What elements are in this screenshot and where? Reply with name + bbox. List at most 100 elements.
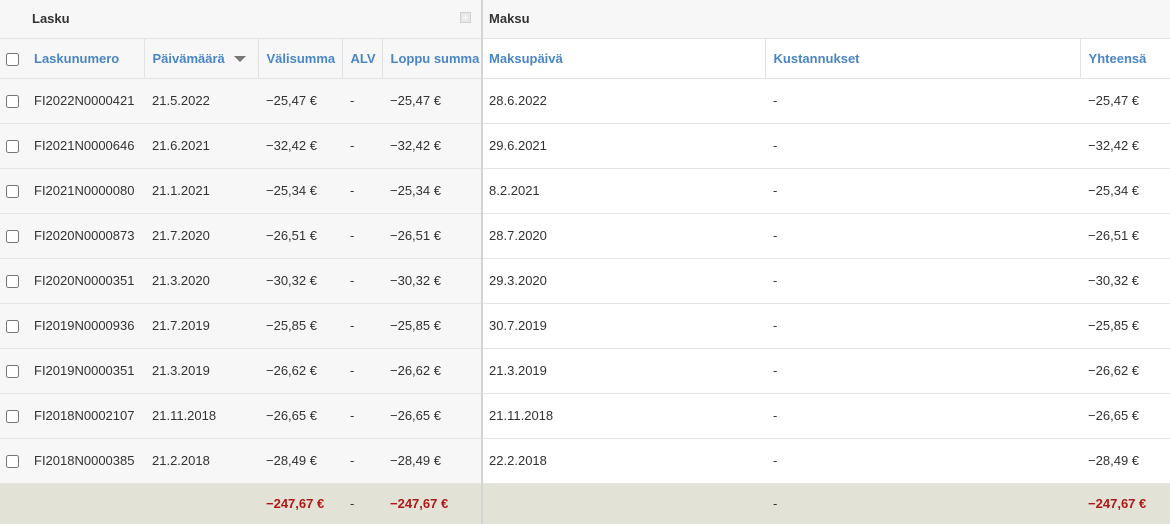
cell-yhteensa: −26,65 € (1080, 393, 1170, 439)
cell-valisumma: −25,34 € (258, 168, 342, 214)
cell-kustannukset: - (765, 438, 1081, 484)
cell-valisumma: −26,65 € (258, 393, 342, 439)
cell-maksupaiva: 21.3.2019 (481, 348, 766, 394)
cell-paivamaara: 21.2.2018 (144, 438, 258, 484)
table-row[interactable]: FI2018N0000385 21.2.2018 −28,49 € - −28,49 €… (0, 438, 1170, 484)
cell-alv: - (342, 438, 382, 484)
cell-maksupaiva: 29.3.2020 (481, 258, 766, 304)
table-row[interactable]: FI2019N0000351 21.3.2019 −26,62 € - −26,62 €… (0, 348, 1170, 394)
cell-paivamaara: 21.5.2022 (144, 78, 258, 124)
cell-alv: - (342, 258, 382, 304)
cell-kustannukset: - (765, 303, 1081, 349)
cell-yhteensa: −25,85 € (1080, 303, 1170, 349)
cell-paivamaara: 21.3.2019 (144, 348, 258, 394)
row-checkbox[interactable] (6, 320, 19, 334)
cell-maksupaiva: 29.6.2021 (481, 123, 766, 169)
row-checkbox[interactable] (6, 230, 19, 244)
row-checkbox[interactable] (6, 410, 19, 424)
row-checkbox[interactable] (6, 140, 19, 154)
cell-alv: - (342, 123, 382, 169)
col-paivamaara-label: Päivämäärä (152, 50, 225, 66)
group-lasku-label: Lasku (32, 11, 70, 27)
row-checkbox[interactable] (6, 365, 19, 379)
cell-paivamaara: 21.1.2021 (144, 168, 258, 214)
cell-paivamaara: 21.6.2021 (144, 123, 258, 169)
totals-spacer (481, 483, 766, 524)
cell-loppusumma: −26,65 € (382, 393, 483, 439)
col-laskunumero[interactable]: Laskunumero (26, 38, 144, 79)
row-checkbox[interactable] (6, 275, 19, 289)
table-row[interactable]: FI2020N0000873 21.7.2020 −26,51 € - −26,51 €… (0, 213, 1170, 259)
col-paivamaara[interactable]: Päivämäärä (143, 38, 258, 79)
total-kustannukset: - (765, 483, 1081, 524)
cell-paivamaara: 21.7.2019 (144, 303, 258, 349)
cell-loppusumma: −32,42 € (382, 123, 483, 169)
row-select-cell (0, 78, 26, 124)
cell-laskunumero: FI2019N0000351 (26, 348, 144, 394)
expand-group-icon[interactable] (460, 12, 472, 23)
cell-alv: - (342, 213, 382, 259)
row-select-cell (0, 348, 26, 394)
cell-laskunumero: FI2021N0000080 (26, 168, 144, 214)
cell-yhteensa: −30,32 € (1080, 258, 1170, 304)
row-select-cell (0, 393, 26, 439)
group-lasku: Lasku (26, 0, 483, 39)
table-row[interactable]: FI2018N0002107 21.11.2018 −26,65 € - −26,65 … (0, 393, 1170, 439)
table-row[interactable]: FI2020N0000351 21.3.2020 −30,32 € - −30,32 €… (0, 258, 1170, 304)
cell-valisumma: −28,49 € (258, 438, 342, 484)
column-header-row: Laskunumero Päivämäärä Välisumma ALV Lop… (0, 38, 1170, 79)
cell-yhteensa: −26,51 € (1080, 213, 1170, 259)
col-valisumma[interactable]: Välisumma (257, 38, 342, 79)
cell-maksupaiva: 28.7.2020 (481, 213, 766, 259)
total-alv: - (342, 483, 382, 524)
cell-loppusumma: −28,49 € (382, 438, 483, 484)
cell-kustannukset: - (765, 168, 1081, 214)
select-all-checkbox[interactable] (6, 52, 19, 66)
cell-laskunumero: FI2019N0000936 (26, 303, 144, 349)
select-all-cell (0, 38, 26, 79)
cell-valisumma: −25,85 € (258, 303, 342, 349)
cell-valisumma: −26,62 € (258, 348, 342, 394)
cell-kustannukset: - (765, 213, 1081, 259)
cell-kustannukset: - (765, 258, 1081, 304)
cell-yhteensa: −28,49 € (1080, 438, 1170, 484)
table-row[interactable]: FI2021N0000646 21.6.2021 −32,42 € - −32,42 €… (0, 123, 1170, 169)
table-row[interactable]: FI2019N0000936 21.7.2019 −25,85 € - −25,85 €… (0, 303, 1170, 349)
cell-paivamaara: 21.11.2018 (144, 393, 258, 439)
cell-maksupaiva: 22.2.2018 (481, 438, 766, 484)
row-select-cell (0, 213, 26, 259)
col-yhteensa[interactable]: Yhteensä (1079, 38, 1170, 79)
cell-loppusumma: −25,85 € (382, 303, 483, 349)
cell-valisumma: −26,51 € (258, 213, 342, 259)
totals-spacer (0, 483, 26, 524)
table-row[interactable]: FI2021N0000080 21.1.2021 −25,34 € - −25,34 €… (0, 168, 1170, 214)
row-checkbox[interactable] (6, 185, 19, 199)
table-row[interactable]: FI2022N0000421 21.5.2022 −25,47 € - −25,47 €… (0, 78, 1170, 124)
cell-loppusumma: −26,51 € (382, 213, 483, 259)
row-checkbox[interactable] (6, 95, 19, 109)
cell-maksupaiva: 30.7.2019 (481, 303, 766, 349)
cell-kustannukset: - (765, 78, 1081, 124)
group-maksu-label: Maksu (489, 11, 530, 27)
cell-maksupaiva: 28.6.2022 (481, 78, 766, 124)
cell-alv: - (342, 393, 382, 439)
col-kustannukset[interactable]: Kustannukset (764, 38, 1081, 79)
cell-laskunumero: FI2018N0000385 (26, 438, 144, 484)
cell-alv: - (342, 303, 382, 349)
cell-valisumma: −25,47 € (258, 78, 342, 124)
sort-down-icon[interactable] (233, 56, 246, 63)
col-loppusumma[interactable]: Loppu summa (381, 38, 483, 79)
cell-laskunumero: FI2021N0000646 (26, 123, 144, 169)
cell-maksupaiva: 8.2.2021 (481, 168, 766, 214)
totals-spacer (26, 483, 144, 524)
row-select-cell (0, 258, 26, 304)
cell-yhteensa: −25,47 € (1080, 78, 1170, 124)
cell-alv: - (342, 78, 382, 124)
total-yhteensa: −247,67 € (1080, 483, 1170, 524)
row-checkbox[interactable] (6, 455, 19, 469)
col-maksupaiva[interactable]: Maksupäivä (481, 38, 766, 79)
row-select-cell (0, 123, 26, 169)
col-alv[interactable]: ALV (341, 38, 382, 79)
cell-paivamaara: 21.7.2020 (144, 213, 258, 259)
totals-spacer (144, 483, 258, 524)
